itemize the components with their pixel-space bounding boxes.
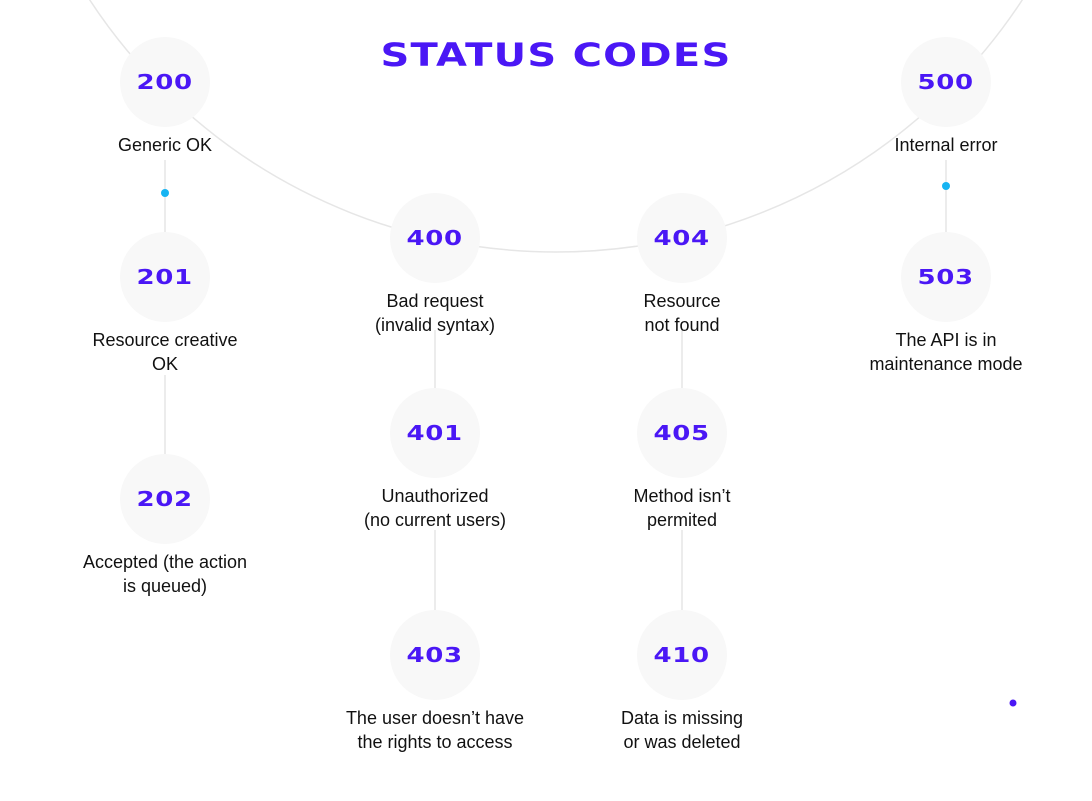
code-bubble: 503 xyxy=(901,232,991,322)
status-node-403: 403 The user doesn’t have the rights to … xyxy=(315,610,555,754)
status-node-405: 405 Method isn’t permited xyxy=(562,388,802,532)
code-bubble: 405 xyxy=(637,388,727,478)
status-node-401: 401 Unauthorized (no current users) xyxy=(315,388,555,532)
status-code: 400 xyxy=(406,226,464,250)
status-node-200: 200 Generic OK xyxy=(45,37,285,157)
status-node-201: 201 Resource creative OK xyxy=(45,232,285,376)
status-description: Internal error xyxy=(894,135,998,155)
purple-dot xyxy=(1009,699,1017,707)
page-title: STATUS CODES xyxy=(380,36,732,74)
code-bubble: 202 xyxy=(120,454,210,544)
status-node-503: 503 The API is in maintenance mode xyxy=(826,232,1066,376)
status-code: 405 xyxy=(653,421,711,445)
code-bubble: 400 xyxy=(390,193,480,283)
cyan-dot-right xyxy=(942,182,950,190)
status-code: 200 xyxy=(136,70,194,94)
status-code: 201 xyxy=(136,265,194,289)
status-code: 410 xyxy=(653,643,711,667)
status-code: 503 xyxy=(917,265,975,289)
status-node-410: 410 Data is missing or was deleted xyxy=(562,610,802,754)
status-description: Accepted (the action is queued) xyxy=(82,552,248,596)
code-bubble: 200 xyxy=(120,37,210,127)
code-bubble: 500 xyxy=(901,37,991,127)
code-bubble: 403 xyxy=(390,610,480,700)
cyan-dot-left xyxy=(161,189,169,197)
status-code: 403 xyxy=(406,643,464,667)
status-code: 404 xyxy=(653,226,711,250)
status-description: Unauthorized (no current users) xyxy=(363,486,507,530)
status-description: Resource creative OK xyxy=(92,330,238,374)
status-code: 202 xyxy=(136,487,194,511)
status-node-400: 400 Bad request (invalid syntax) xyxy=(315,193,555,337)
code-bubble: 401 xyxy=(390,388,480,478)
status-description: The user doesn’t have the rights to acce… xyxy=(345,708,525,752)
status-node-202: 202 Accepted (the action is queued) xyxy=(45,454,285,598)
code-bubble: 410 xyxy=(637,610,727,700)
status-code: 500 xyxy=(917,70,975,94)
status-description: Method isn’t permited xyxy=(633,486,731,530)
status-code: 401 xyxy=(406,421,464,445)
status-node-500: 500 Internal error xyxy=(826,37,1066,157)
status-description: Data is missing or was deleted xyxy=(620,708,744,752)
status-description: Resource not found xyxy=(643,291,721,335)
code-bubble: 201 xyxy=(120,232,210,322)
status-description: The API is in maintenance mode xyxy=(869,330,1023,374)
status-description: Generic OK xyxy=(117,135,213,155)
status-node-404: 404 Resource not found xyxy=(562,193,802,337)
status-description: Bad request (invalid syntax) xyxy=(374,291,496,335)
code-bubble: 404 xyxy=(637,193,727,283)
